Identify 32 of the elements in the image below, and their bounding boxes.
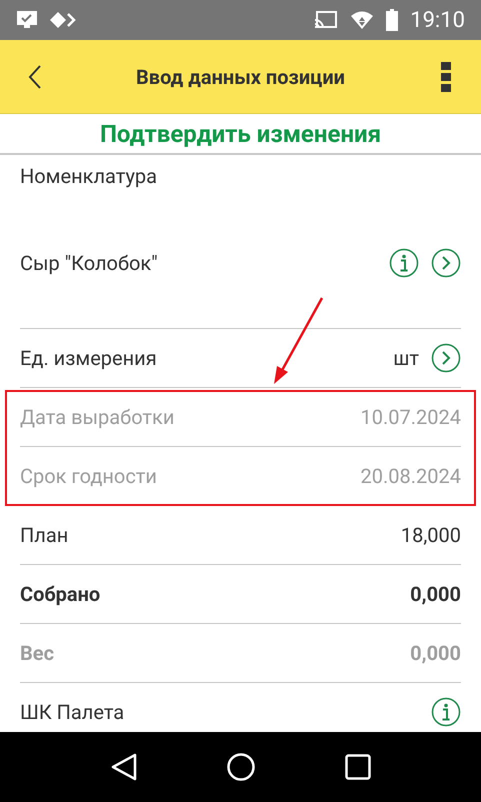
confirm-button[interactable]: Подтвердить изменения (100, 116, 382, 152)
home-nav-icon[interactable] (226, 753, 254, 781)
field-label: Собрано (20, 581, 102, 608)
field-value: 18,000 (400, 522, 461, 549)
field-value: 0,000 (410, 581, 461, 608)
item-name: Сыр "Колобок" (20, 250, 159, 276)
info-icon[interactable] (389, 248, 419, 278)
field-label: Вес (20, 640, 55, 667)
field-label: Дата выработки (20, 404, 176, 431)
diamond-icon (50, 11, 76, 29)
field-value: 10.07.2024 (360, 404, 461, 431)
more-menu-icon (441, 62, 451, 92)
clock-time: 19:10 (410, 6, 465, 34)
chevron-right-icon[interactable] (431, 248, 461, 278)
field-value: шт (393, 345, 419, 372)
back-nav-icon[interactable] (110, 753, 136, 781)
cast-icon (314, 10, 338, 30)
field-label: План (20, 522, 70, 549)
wifi-icon (350, 10, 374, 30)
field-value: 20.08.2024 (360, 463, 461, 490)
chevron-right-icon[interactable] (431, 343, 461, 373)
field-value: 0,000 (410, 640, 461, 667)
field-label: Номенклатура (20, 163, 158, 190)
info-icon[interactable] (431, 697, 461, 727)
back-icon (28, 64, 42, 90)
field-label: Срок годности (20, 463, 158, 490)
recents-nav-icon[interactable] (344, 754, 370, 780)
screen-title: Ввод данных позиции (135, 64, 346, 90)
field-label: ШК Палета (20, 699, 126, 726)
field-label: Ед. измерения (20, 345, 158, 372)
battery-icon (386, 9, 398, 31)
notification-icon (16, 10, 38, 30)
